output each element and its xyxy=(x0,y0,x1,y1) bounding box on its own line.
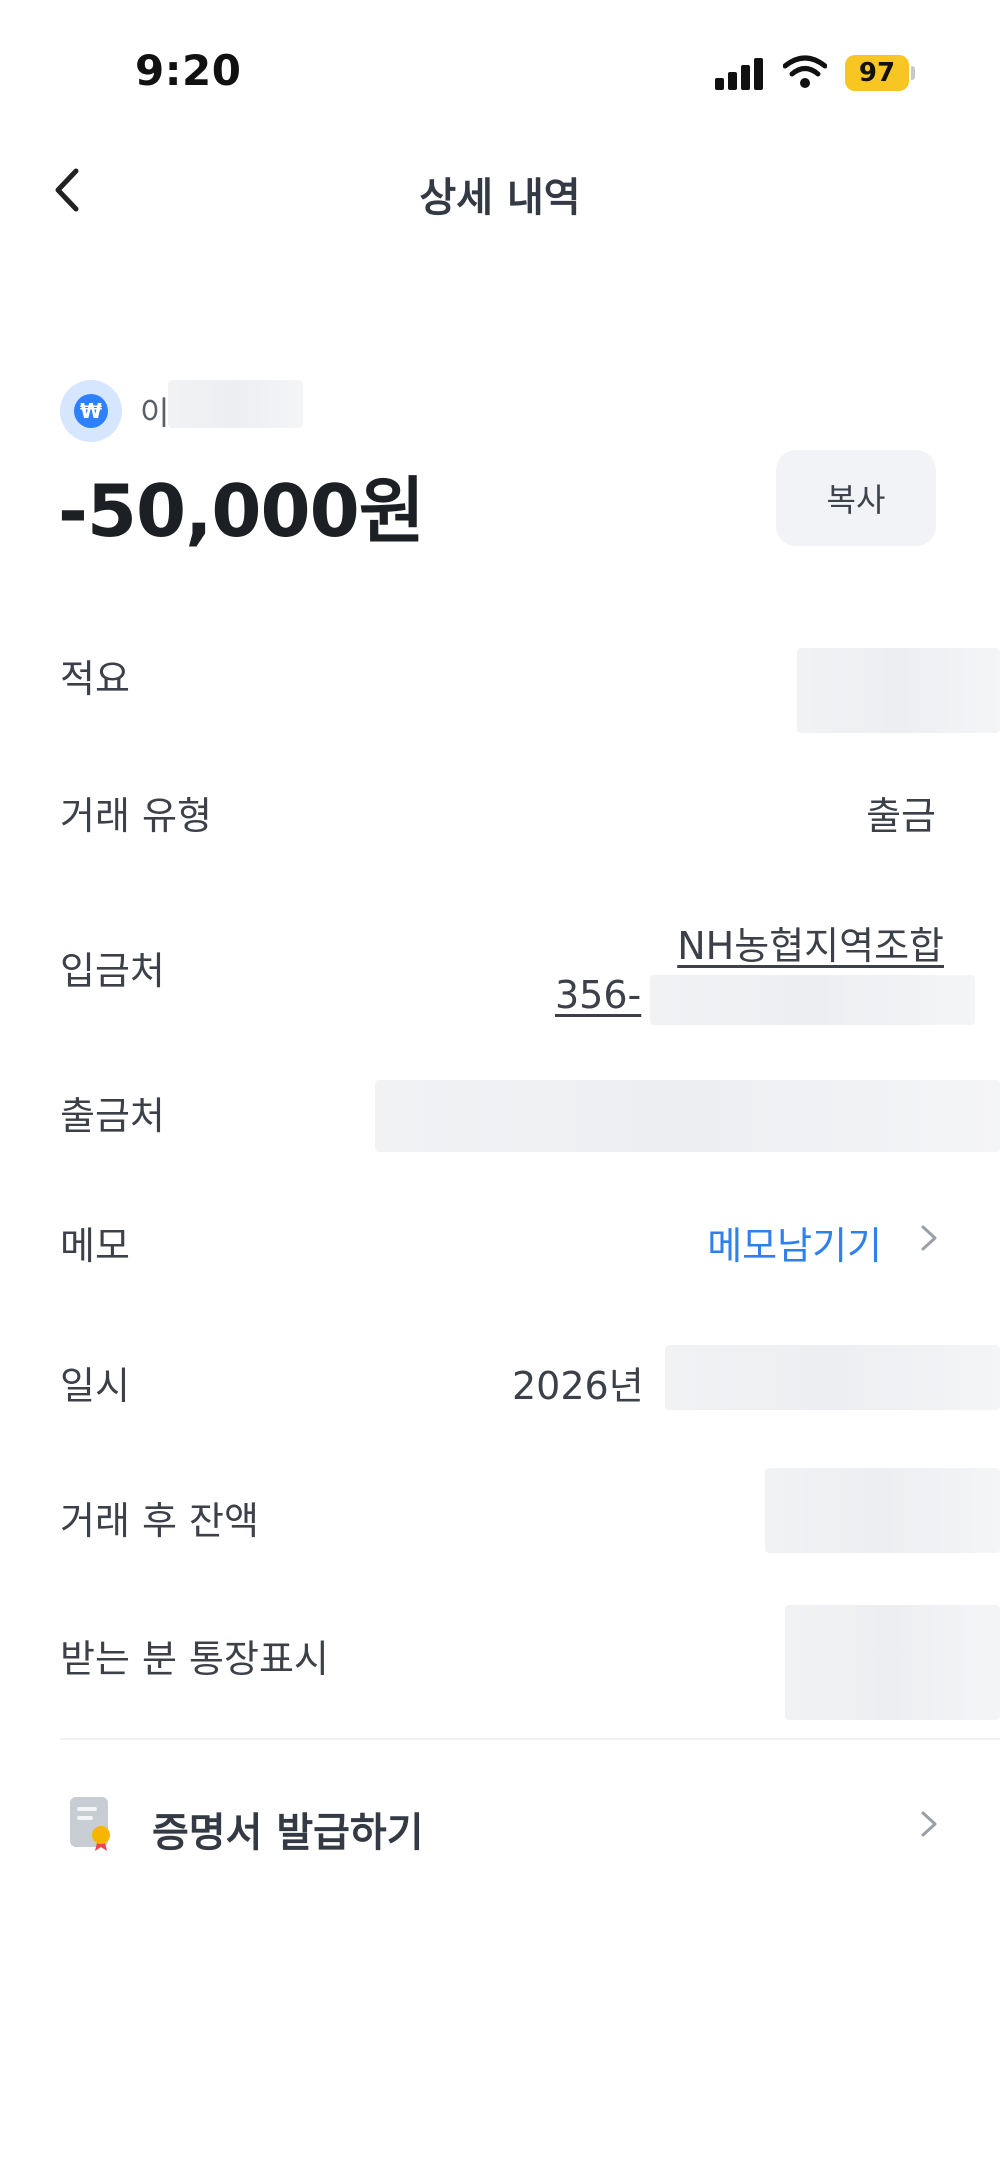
certificate-icon xyxy=(70,1797,110,1851)
memo-label: 메모 xyxy=(60,1224,130,1268)
deposit-to-bank[interactable]: NH농협지역조합 xyxy=(677,915,944,970)
copy-button[interactable]: 복사 xyxy=(776,450,936,546)
battery-level: 97 xyxy=(858,58,896,88)
battery-tip xyxy=(911,66,915,80)
account-name-redacted xyxy=(168,380,303,428)
cellular-signal-icon xyxy=(715,58,765,90)
wifi-icon xyxy=(783,55,827,88)
summary-value-redacted xyxy=(797,648,1000,733)
won-icon: ₩ xyxy=(60,380,122,442)
deposit-to-label: 입금처 xyxy=(60,949,165,993)
withdraw-from-label: 출금처 xyxy=(60,1094,165,1138)
datetime-redacted xyxy=(665,1345,1000,1410)
page-title: 상세 내역 xyxy=(419,175,581,221)
back-chevron-icon[interactable] xyxy=(48,165,88,215)
divider xyxy=(60,1738,1000,1740)
deposit-to-account-redacted xyxy=(650,975,975,1025)
memo-add-link[interactable]: 메모남기기 xyxy=(707,1215,882,1270)
datetime-label: 일시 xyxy=(60,1364,130,1408)
deposit-to-account-link[interactable]: 356- xyxy=(555,973,641,1017)
deposit-to-account[interactable]: 356- xyxy=(555,973,641,1017)
status-time: 9:20 xyxy=(135,46,242,95)
certificate-chevron-right-icon[interactable] xyxy=(918,1808,940,1840)
datetime-value: 2026년 xyxy=(512,1364,644,1408)
balance-label: 거래 후 잔액 xyxy=(60,1499,259,1543)
balance-redacted xyxy=(765,1468,1000,1553)
recipient-display-label: 받는 분 통장표시 xyxy=(60,1637,329,1681)
type-label: 거래 유형 xyxy=(60,794,212,838)
deposit-to-bank-link[interactable]: NH농협지역조합 xyxy=(677,924,944,968)
transaction-amount: -50,000원 xyxy=(58,469,425,553)
memo-chevron-right-icon[interactable] xyxy=(918,1222,940,1254)
recipient-display-redacted xyxy=(785,1605,1000,1720)
account-name: 이 xyxy=(140,394,170,432)
certificate-issue-link[interactable]: 증명서 발급하기 xyxy=(152,1800,424,1858)
type-value: 출금 xyxy=(866,794,936,838)
summary-label: 적요 xyxy=(60,657,130,701)
withdraw-from-redacted xyxy=(375,1080,1000,1152)
battery-icon: 97 xyxy=(845,55,909,91)
